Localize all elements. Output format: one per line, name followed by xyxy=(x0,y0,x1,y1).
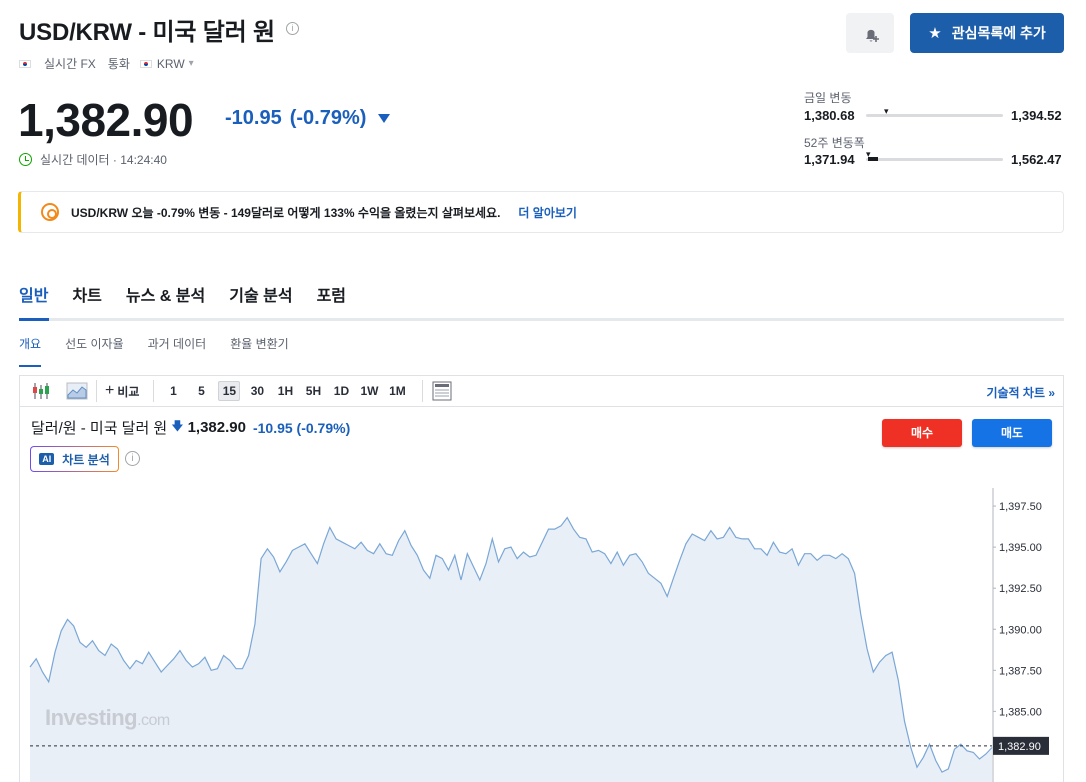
chart-toolbar: + 비교 1 5 15 30 1H 5H 1D 1W 1M 기술적 차트 » xyxy=(20,376,1063,407)
period-5h[interactable]: 5H xyxy=(302,381,324,401)
week52-range-label: 52주 변동폭 xyxy=(804,136,865,150)
last-price-label: 1,382.90 xyxy=(993,736,1049,755)
ai-analysis-label: 차트 분석 xyxy=(62,452,110,467)
target-icon xyxy=(41,203,59,221)
star-icon: ★ xyxy=(928,25,942,42)
main-tabs: 일반 차트 뉴스 & 분석 기술 분석 포럼 xyxy=(19,282,370,320)
watchlist-label: 관심목록에 추가 xyxy=(951,25,1046,41)
meta-source: 실시간 FX xyxy=(44,57,96,71)
week52-range-low: 1,371.94 xyxy=(804,152,855,167)
currency-select[interactable]: KRW xyxy=(157,57,185,71)
buy-button[interactable]: 매수 xyxy=(882,419,962,447)
tabs-divider xyxy=(19,318,1064,321)
add-to-watchlist-button[interactable]: ★ 관심목록에 추가 xyxy=(910,13,1064,53)
promo-banner: USD/KRW 오늘 -0.79% 변동 - 149달러로 어떻게 133% 수… xyxy=(18,191,1064,233)
info-icon[interactable]: i xyxy=(286,22,299,35)
week52-range-high: 1,562.47 xyxy=(1011,152,1062,167)
arrow-down-icon: 🡇 xyxy=(171,419,184,433)
toolbar-divider xyxy=(153,380,155,402)
meta-type: 통화 xyxy=(107,57,130,71)
ai-icon: AI xyxy=(39,453,55,465)
period-1[interactable]: 1 xyxy=(162,381,184,401)
period-5[interactable]: 5 xyxy=(190,381,212,401)
area-chart-icon[interactable] xyxy=(66,380,88,402)
subtab-historical-data[interactable]: 과거 데이터 xyxy=(148,335,207,367)
tab-overview[interactable]: 일반 xyxy=(19,282,48,320)
sell-button[interactable]: 매도 xyxy=(972,419,1052,447)
y-tick-label: 1,387.50 xyxy=(999,665,1042,677)
down-triangle-icon xyxy=(378,114,391,123)
day-range-marker-icon: ▾ xyxy=(884,106,889,116)
period-15[interactable]: 15 xyxy=(218,381,241,401)
y-tick-label: 1,390.00 xyxy=(999,624,1042,636)
chart-price: 1,382.90 xyxy=(187,419,246,436)
y-tick-label: 1,397.50 xyxy=(999,501,1042,513)
promo-text: USD/KRW 오늘 -0.79% 변동 - 149달러로 어떻게 133% 수… xyxy=(71,205,501,220)
price-change: -10.95 (-0.79%) xyxy=(225,107,391,130)
technical-chart-link[interactable]: 기술적 차트 » xyxy=(986,384,1055,401)
chevron-down-icon[interactable]: ▾ xyxy=(189,58,194,69)
info-icon[interactable]: i xyxy=(125,451,140,466)
day-range-label: 금일 변동 xyxy=(804,91,852,105)
last-price-badge-text: 1,382.90 xyxy=(998,741,1041,753)
price-area-fill xyxy=(30,517,992,782)
bell-plus-icon xyxy=(866,29,879,42)
plus-icon: + xyxy=(105,382,115,399)
subtab-forward-rates[interactable]: 선도 이자율 xyxy=(65,335,124,367)
tab-forum[interactable]: 포럼 xyxy=(317,282,346,320)
instrument-meta: 실시간 FX 통화 KRW ▾ xyxy=(19,55,194,72)
watermark-brand: Investing xyxy=(45,705,138,730)
watermark-suffix: .com xyxy=(137,712,170,729)
subtab-overview[interactable]: 개요 xyxy=(19,335,42,367)
day-range-low: 1,380.68 xyxy=(804,108,855,123)
realtime-label: 실시간 데이터 · 14:24:40 xyxy=(40,153,167,167)
korea-flag-icon xyxy=(139,59,152,68)
toolbar-divider xyxy=(422,380,424,402)
chart-change: -10.95 (-0.79%) xyxy=(252,419,351,436)
table-icon[interactable] xyxy=(431,380,453,402)
price-alert-button[interactable] xyxy=(846,13,894,53)
y-tick-label: 1,395.00 xyxy=(999,542,1042,554)
chart-header: 달러/원 - 미국 달러 원 🡇 1,382.90 -10.95 (-0.79%… xyxy=(31,417,350,438)
week52-range-bar xyxy=(866,158,1003,161)
active-tab-indicator xyxy=(19,318,49,321)
change-percent: (-0.79%) xyxy=(289,107,367,129)
change-value: -10.95 xyxy=(225,107,282,129)
period-1h[interactable]: 1H xyxy=(274,381,296,401)
ai-chart-analysis-button[interactable]: AI 차트 분석 xyxy=(30,446,119,472)
tab-news[interactable]: 뉴스 & 분석 xyxy=(126,282,205,320)
learn-more-link[interactable]: 더 알아보기 xyxy=(518,204,577,221)
period-30[interactable]: 30 xyxy=(246,381,268,401)
candlestick-icon[interactable] xyxy=(30,380,52,402)
realtime-status: 실시간 데이터 · 14:24:40 xyxy=(19,151,167,168)
period-1d[interactable]: 1D xyxy=(330,381,352,401)
period-1m[interactable]: 1M xyxy=(386,381,408,401)
y-tick-label: 1,385.00 xyxy=(999,706,1042,718)
compare-button[interactable]: + 비교 xyxy=(105,382,139,400)
day-range-high: 1,394.52 xyxy=(1011,108,1062,123)
investing-watermark: Investing.com xyxy=(45,705,170,731)
toolbar-divider xyxy=(96,380,97,402)
subtab-converter[interactable]: 환율 변환기 xyxy=(230,335,289,367)
week52-range-marker-icon: ▾ xyxy=(866,149,871,159)
last-price: 1,382.90 xyxy=(18,94,194,146)
page-title: USD/KRW - 미국 달러 원 xyxy=(19,19,275,46)
period-1w[interactable]: 1W xyxy=(358,381,380,401)
korea-flag-icon xyxy=(19,59,31,68)
price-chart[interactable]: 1,397.50 1,395.00 1,392.50 1,390.00 1,387.50… xyxy=(20,488,1066,782)
tab-technical[interactable]: 기술 분석 xyxy=(229,282,292,320)
chart-instrument-name: 달러/원 - 미국 달러 원 xyxy=(31,420,168,437)
y-tick-label: 1,392.50 xyxy=(999,583,1042,595)
tab-chart[interactable]: 차트 xyxy=(72,282,101,320)
sub-tabs: 개요 선도 이자율 과거 데이터 환율 변환기 xyxy=(19,335,313,367)
clock-icon xyxy=(19,153,32,166)
compare-label: 비교 xyxy=(117,384,140,399)
